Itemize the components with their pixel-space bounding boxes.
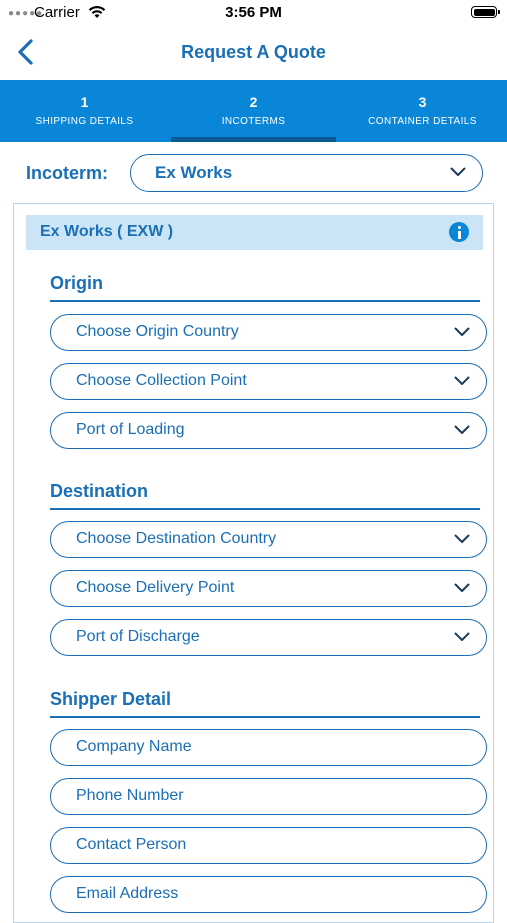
- field-placeholder: Port of Discharge: [76, 628, 200, 645]
- incoterm-row: Incoterm: Ex Works: [0, 154, 507, 192]
- field-placeholder: Email Address: [76, 885, 179, 902]
- navigation-bar: Request A Quote: [0, 26, 507, 80]
- contact-person-field[interactable]: Contact Person: [50, 827, 487, 864]
- chevron-down-icon: [454, 376, 470, 385]
- incoterm-form-card: Ex Works ( EXW ) Origin Choose Origin Co…: [13, 203, 494, 923]
- delivery-point-dropdown[interactable]: Choose Delivery Point: [50, 570, 487, 607]
- destination-country-dropdown[interactable]: Choose Destination Country: [50, 521, 487, 558]
- field-placeholder: Phone Number: [76, 787, 184, 804]
- field-placeholder: Company Name: [76, 738, 192, 755]
- phone-number-field[interactable]: Phone Number: [50, 778, 487, 815]
- field-placeholder: Port of Loading: [76, 421, 185, 438]
- section-title-origin: Origin: [50, 273, 103, 293]
- section-divider: [50, 716, 480, 718]
- company-name-field[interactable]: Company Name: [50, 729, 487, 766]
- incoterm-label: Incoterm:: [26, 163, 109, 183]
- port-of-loading-dropdown[interactable]: Port of Loading: [50, 412, 487, 449]
- incoterm-dropdown[interactable]: Ex Works: [130, 154, 483, 192]
- chevron-down-icon: [454, 425, 470, 434]
- step-label: SHIPPING DETAILS: [35, 116, 134, 127]
- clock: 3:56 PM: [225, 4, 282, 21]
- field-placeholder: Choose Delivery Point: [76, 579, 235, 596]
- chevron-down-icon: [450, 167, 466, 176]
- section-title-destination: Destination: [50, 481, 149, 501]
- field-placeholder: Choose Destination Country: [76, 530, 277, 547]
- section-divider: [50, 508, 480, 510]
- chevron-down-icon: [454, 534, 470, 543]
- collection-point-dropdown[interactable]: Choose Collection Point: [50, 363, 487, 400]
- port-of-discharge-dropdown[interactable]: Port of Discharge: [50, 619, 487, 656]
- email-address-field[interactable]: Email Address: [50, 876, 487, 913]
- page-title: Request A Quote: [181, 42, 326, 62]
- step-number: 2: [249, 94, 258, 110]
- step-number: 1: [80, 94, 89, 110]
- step-shipping-details[interactable]: 1 SHIPPING DETAILS: [0, 80, 169, 142]
- card-title: Ex Works ( EXW ): [40, 223, 174, 240]
- battery-icon: [471, 6, 500, 18]
- step-label: CONTAINER DETAILS: [368, 116, 477, 127]
- field-placeholder: Choose Collection Point: [76, 372, 247, 389]
- step-progress-bar: 1 SHIPPING DETAILS 2 INCOTERMS 3 CONTAIN…: [0, 80, 507, 142]
- step-label: INCOTERMS: [221, 116, 286, 127]
- field-placeholder: Choose Origin Country: [76, 323, 239, 340]
- chevron-down-icon: [454, 327, 470, 336]
- section-divider: [50, 300, 480, 302]
- info-icon[interactable]: [449, 222, 469, 242]
- field-placeholder: Contact Person: [76, 836, 187, 853]
- step-incoterms[interactable]: 2 INCOTERMS: [169, 80, 338, 142]
- step-number: 3: [418, 94, 427, 110]
- section-title-shipper-detail: Shipper Detail: [50, 689, 172, 709]
- chevron-down-icon: [454, 632, 470, 641]
- status-bar: ●●●●● Carrier 3:56 PM: [0, 0, 507, 26]
- origin-country-dropdown[interactable]: Choose Origin Country: [50, 314, 487, 351]
- chevron-down-icon: [454, 583, 470, 592]
- incoterm-value: Ex Works: [155, 163, 233, 182]
- step-container-details[interactable]: 3 CONTAINER DETAILS: [338, 80, 507, 142]
- card-header: Ex Works ( EXW ): [26, 215, 483, 250]
